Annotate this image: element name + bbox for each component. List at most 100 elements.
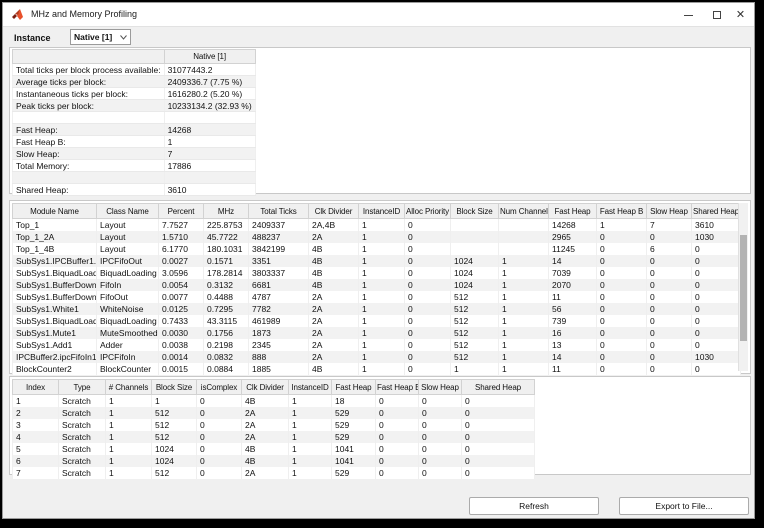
cell[interactable]: 0 (647, 339, 692, 351)
cell[interactable]: 0 (647, 231, 692, 243)
cell[interactable]: 512 (152, 467, 197, 479)
cell[interactable]: 0 (692, 291, 741, 303)
cell[interactable] (13, 172, 165, 184)
cell[interactable]: 3610 (692, 219, 741, 231)
cell[interactable]: SubSys1.IPCBuffer1.ipcFif... (13, 255, 97, 267)
cell[interactable]: 0 (692, 279, 741, 291)
cell[interactable]: 1.5710 (159, 231, 204, 243)
cell[interactable]: 0 (405, 339, 451, 351)
cell[interactable]: Layout (97, 219, 159, 231)
cell[interactable]: 2965 (549, 231, 597, 243)
cell[interactable]: 2A (309, 327, 359, 339)
cell[interactable]: 1 (359, 279, 405, 291)
cell[interactable]: 1024 (451, 279, 499, 291)
cell[interactable]: 4B (309, 279, 359, 291)
cell[interactable]: 178.2814 (204, 267, 249, 279)
cell[interactable]: 1 (106, 407, 152, 419)
cell[interactable]: SubSys1.BiquadLoading2 (13, 315, 97, 327)
cell[interactable]: 1 (499, 351, 549, 363)
table-row[interactable]: 6Scratch1102404B11041000 (13, 455, 535, 467)
cell[interactable]: Layout (97, 243, 159, 255)
cell[interactable]: SubSys1.BufferDownV2_1... (13, 279, 97, 291)
table-row[interactable]: Top_1_2ALayout1.571045.77224882372A10296… (13, 231, 741, 243)
cell[interactable]: Scratch (59, 443, 106, 455)
cell[interactable]: 180.1031 (204, 243, 249, 255)
cell[interactable]: 0 (197, 467, 242, 479)
cell[interactable]: 2A (242, 419, 289, 431)
cell[interactable]: 3 (13, 419, 59, 431)
cell[interactable]: 512 (451, 351, 499, 363)
cell[interactable]: 0 (597, 231, 647, 243)
cell[interactable]: 1 (499, 363, 549, 375)
cell[interactable]: Instantaneous ticks per block: (13, 88, 165, 100)
cell[interactable]: 1885 (249, 363, 309, 375)
cell[interactable]: 1 (451, 363, 499, 375)
cell[interactable]: 6 (647, 243, 692, 255)
cell[interactable]: 529 (332, 419, 376, 431)
cell[interactable]: 1 (106, 419, 152, 431)
cell[interactable]: 0 (376, 431, 419, 443)
cell[interactable]: 17886 (164, 160, 255, 172)
cell[interactable]: 2A (242, 407, 289, 419)
cell[interactable]: 512 (152, 419, 197, 431)
cell[interactable]: 512 (451, 327, 499, 339)
cell[interactable]: 888 (249, 351, 309, 363)
cell[interactable]: 1 (359, 303, 405, 315)
vertical-scrollbar[interactable] (738, 203, 748, 371)
cell[interactable]: 1873 (249, 327, 309, 339)
cell[interactable]: 1041 (332, 455, 376, 467)
table-row[interactable] (13, 112, 256, 124)
cell[interactable]: 0 (376, 443, 419, 455)
cell[interactable]: 0 (419, 431, 462, 443)
table-row[interactable]: SubSys1.BufferDownV2_1...FifoOut0.00770.… (13, 291, 741, 303)
cell[interactable]: MuteSmoothed (97, 327, 159, 339)
cell[interactable]: IPCFifoOut (97, 255, 159, 267)
cell[interactable]: Scratch (59, 455, 106, 467)
cell[interactable]: 1 (359, 351, 405, 363)
cell[interactable]: Peak ticks per block: (13, 100, 165, 112)
cell[interactable] (451, 231, 499, 243)
cell[interactable]: 0 (597, 267, 647, 279)
minimize-button[interactable] (674, 3, 703, 27)
cell[interactable]: 0 (405, 279, 451, 291)
cell[interactable] (451, 243, 499, 255)
cell[interactable]: 512 (451, 339, 499, 351)
cell[interactable]: 7 (13, 467, 59, 479)
cell[interactable]: 4B (242, 443, 289, 455)
cell[interactable]: Slow Heap: (13, 148, 165, 160)
table-row[interactable] (13, 172, 256, 184)
cell[interactable]: 0 (692, 315, 741, 327)
cell[interactable]: 0 (419, 455, 462, 467)
cell[interactable] (451, 219, 499, 231)
cell[interactable]: 0 (647, 327, 692, 339)
cell[interactable]: 1 (289, 455, 332, 467)
cell[interactable]: 0 (597, 279, 647, 291)
cell[interactable]: 512 (451, 291, 499, 303)
cell[interactable]: 3842199 (249, 243, 309, 255)
cell[interactable]: Top_1 (13, 219, 97, 231)
cell[interactable]: 1 (289, 395, 332, 407)
cell[interactable]: 0.1756 (204, 327, 249, 339)
cell[interactable]: 0.0077 (159, 291, 204, 303)
cell[interactable]: 1 (499, 339, 549, 351)
cell[interactable]: 45.7722 (204, 231, 249, 243)
cell[interactable]: SubSys1.Add1 (13, 339, 97, 351)
cell[interactable]: BlockCounter (97, 363, 159, 375)
table-row[interactable]: Total Memory:17886 (13, 160, 256, 172)
cell[interactable]: 0 (197, 407, 242, 419)
cell[interactable]: 0 (405, 303, 451, 315)
cell[interactable]: Fast Heap: (13, 124, 165, 136)
cell[interactable]: 512 (451, 303, 499, 315)
cell[interactable]: 1 (499, 267, 549, 279)
cell[interactable]: 0 (597, 351, 647, 363)
cell[interactable]: 2409336.7 (7.75 %) (164, 76, 255, 88)
refresh-button[interactable]: Refresh (469, 497, 599, 515)
cell[interactable]: 0 (197, 395, 242, 407)
cell[interactable]: 5 (13, 443, 59, 455)
cell[interactable]: 512 (152, 431, 197, 443)
cell[interactable]: 2A (242, 467, 289, 479)
cell[interactable]: 1 (499, 327, 549, 339)
cell[interactable]: 0.7433 (159, 315, 204, 327)
cell[interactable]: 0 (405, 267, 451, 279)
cell[interactable]: 3.0596 (159, 267, 204, 279)
